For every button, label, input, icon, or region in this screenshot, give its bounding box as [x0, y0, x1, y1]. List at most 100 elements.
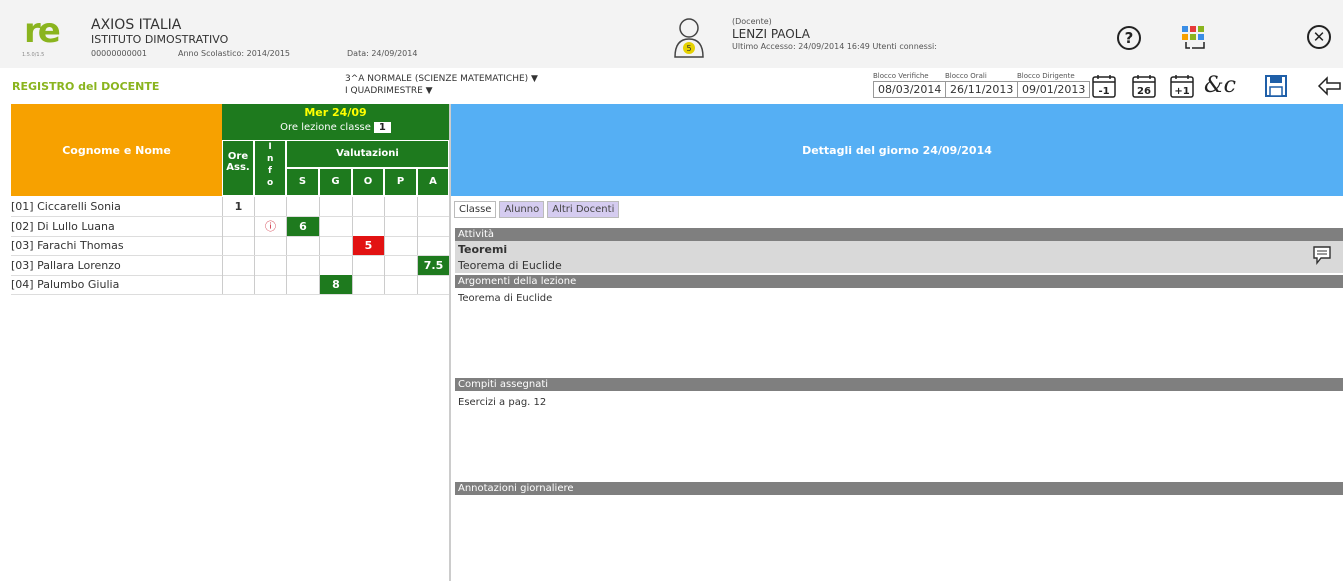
- val-col-p: P: [384, 168, 417, 196]
- register-label: REGISTRO del DOCENTE: [12, 80, 160, 93]
- app-root: re 1.5.0/1.5 AXIOS ITALIA ISTITUTO DIMOS…: [0, 0, 1343, 581]
- student-name[interactable]: [01] Ciccarelli Sonia: [11, 200, 121, 213]
- cell-s[interactable]: [286, 255, 319, 275]
- cell-info[interactable]: [254, 255, 286, 275]
- cell-o[interactable]: 5: [352, 236, 384, 256]
- compiti-text[interactable]: Esercizi a pag. 12: [458, 397, 546, 408]
- cell-p[interactable]: [384, 275, 417, 295]
- table-row[interactable]: [03] Pallara Lorenzo 7.5: [11, 255, 449, 276]
- annotazioni-section-header: Annotazioni giornaliere: [455, 482, 1343, 495]
- student-name[interactable]: [04] Palumbo Giulia: [11, 278, 119, 291]
- cell-info[interactable]: [254, 236, 286, 256]
- blocco-orali-label: Blocco Orali: [945, 72, 987, 80]
- cell-g[interactable]: [319, 216, 352, 236]
- cell-g[interactable]: [319, 197, 352, 216]
- cell-p[interactable]: [384, 197, 417, 216]
- cell-a[interactable]: [417, 216, 449, 236]
- cell-p[interactable]: [384, 216, 417, 236]
- app-logo: re 1.5.0/1.5: [22, 14, 74, 60]
- cell-ore[interactable]: [222, 275, 254, 295]
- attivita-section-header: Attività: [455, 228, 1343, 241]
- user-role: (Docente): [732, 17, 772, 26]
- cell-p[interactable]: [384, 255, 417, 275]
- class-select[interactable]: 3^A NORMALE (SCIENZE MATEMATICHE) ▼: [345, 74, 538, 84]
- school-name: ISTITUTO DIMOSTRATIVO: [91, 33, 229, 46]
- argomenti-text[interactable]: Teorema di Euclide: [458, 293, 552, 304]
- cell-o[interactable]: [352, 275, 384, 295]
- tab-altri-docenti[interactable]: Altri Docenti: [547, 201, 620, 218]
- ore-lezione-value[interactable]: 1: [373, 122, 391, 133]
- comment-icon[interactable]: [1312, 245, 1332, 269]
- name-column-header: Cognome e Nome: [11, 104, 222, 196]
- today-button[interactable]: 26: [1131, 73, 1157, 99]
- blocco-orali[interactable]: Blocco Orali 26/11/2013: [945, 72, 1019, 98]
- save-icon[interactable]: [1263, 73, 1289, 99]
- cell-s[interactable]: 6: [286, 216, 319, 236]
- blocco-verifiche-value: 08/03/2014: [873, 81, 947, 98]
- student-name[interactable]: [02] Di Lullo Luana: [11, 220, 115, 233]
- cell-p[interactable]: [384, 236, 417, 256]
- ore-ass-header-line2: Ass.: [226, 162, 250, 173]
- cell-s[interactable]: [286, 236, 319, 256]
- tab-classe[interactable]: Classe: [454, 201, 497, 218]
- cell-a[interactable]: [417, 236, 449, 256]
- table-row[interactable]: [03] Farachi Thomas 5: [11, 236, 449, 257]
- cell-info[interactable]: ⓘ: [254, 216, 286, 236]
- val-col-a: A: [417, 168, 449, 196]
- cell-info[interactable]: [254, 275, 286, 295]
- cell-ore[interactable]: [222, 236, 254, 256]
- cell-ore[interactable]: 1: [222, 197, 254, 216]
- logo-version: 1.5.0/1.5: [22, 52, 45, 58]
- cell-ore[interactable]: [222, 255, 254, 275]
- valutazioni-header: Valutazioni: [286, 140, 449, 168]
- chevron-down-icon: ▼: [531, 74, 538, 84]
- blocco-dirigente[interactable]: Blocco Dirigente 09/01/2013: [1017, 72, 1091, 98]
- cell-a[interactable]: 7.5: [417, 255, 449, 275]
- cell-a[interactable]: [417, 197, 449, 216]
- user-avatar-icon[interactable]: 5: [672, 17, 706, 59]
- chevron-down-icon: ▼: [425, 86, 433, 96]
- help-icon[interactable]: ?: [1117, 26, 1141, 50]
- cal-next-label: +1: [1174, 86, 1189, 97]
- info-header-label: Info: [267, 142, 274, 188]
- cell-g[interactable]: [319, 236, 352, 256]
- blocco-verifiche[interactable]: Blocco Verifiche 08/03/2014: [873, 72, 947, 98]
- detail-title: Dettagli del giorno 24/09/2014: [451, 104, 1343, 196]
- val-col-g: G: [319, 168, 352, 196]
- table-row[interactable]: [04] Palumbo Giulia 8: [11, 275, 449, 296]
- back-arrow-icon[interactable]: [1316, 73, 1342, 99]
- current-date: Data: 24/09/2014: [347, 49, 418, 58]
- period-select[interactable]: I QUADRIMESTRE ▼: [345, 86, 433, 96]
- cell-o[interactable]: [352, 216, 384, 236]
- cell-o[interactable]: [352, 255, 384, 275]
- val-col-s: S: [286, 168, 319, 196]
- cell-s[interactable]: [286, 197, 319, 216]
- ore-lezione: Ore lezione classe 1: [222, 122, 449, 133]
- org-name: AXIOS ITALIA: [91, 17, 182, 33]
- close-icon[interactable]: ✕: [1307, 25, 1331, 49]
- table-row[interactable]: [01] Ciccarelli Sonia 1: [11, 197, 449, 217]
- signature-icon[interactable]: &c: [1204, 73, 1236, 99]
- user-name: LENZI PAOLA: [732, 27, 810, 41]
- student-name[interactable]: [03] Pallara Lorenzo: [11, 259, 121, 272]
- blocco-verifiche-label: Blocco Verifiche: [873, 72, 929, 80]
- ore-ass-header: Ore Ass.: [222, 140, 254, 196]
- student-name[interactable]: [03] Farachi Thomas: [11, 239, 124, 252]
- cell-info[interactable]: [254, 197, 286, 216]
- attivita-box[interactable]: Teoremi Teorema di Euclide: [455, 241, 1343, 273]
- previous-day-button[interactable]: -1: [1091, 73, 1117, 99]
- cell-o[interactable]: [352, 197, 384, 216]
- grid-apps-icon[interactable]: [1180, 24, 1206, 50]
- next-day-button[interactable]: +1: [1169, 73, 1195, 99]
- attivita-subtitle: Teorema di Euclide: [458, 259, 562, 272]
- logo-mark: re: [24, 11, 61, 51]
- cell-g[interactable]: [319, 255, 352, 275]
- cell-ore[interactable]: [222, 216, 254, 236]
- cell-g[interactable]: 8: [319, 275, 352, 295]
- cell-a[interactable]: [417, 275, 449, 295]
- table-row[interactable]: [02] Di Lullo Luana ⓘ 6: [11, 216, 449, 237]
- tab-alunno[interactable]: Alunno: [499, 201, 545, 218]
- ore-lezione-label: Ore lezione classe: [280, 122, 371, 133]
- cell-s[interactable]: [286, 275, 319, 295]
- ore-ass-header-line1: Ore: [227, 151, 249, 162]
